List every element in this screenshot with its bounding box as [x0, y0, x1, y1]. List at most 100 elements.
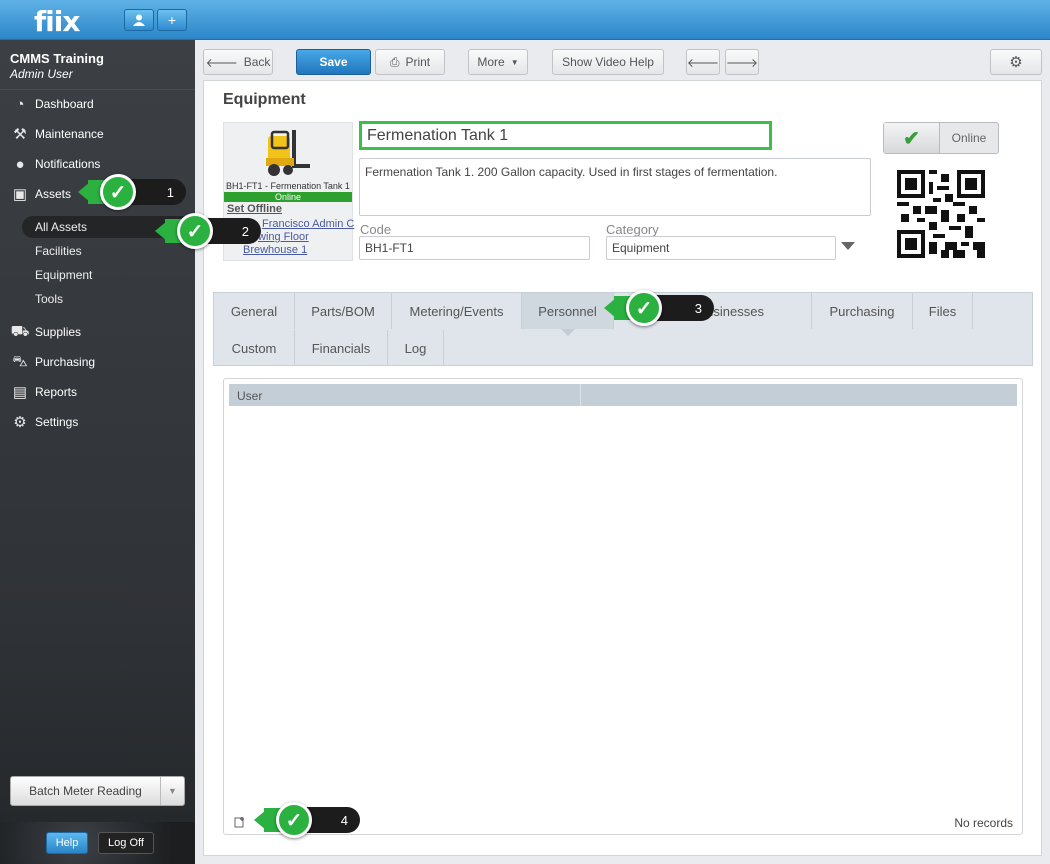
callout-arrow-tip: [78, 182, 90, 202]
column-header-user[interactable]: User: [229, 384, 581, 406]
checkmark-icon: ✓: [626, 290, 662, 326]
log-off-button[interactable]: Log Off: [98, 832, 154, 854]
callout-3: 3 ✓: [604, 290, 714, 326]
qr-code: [897, 170, 985, 258]
user-role: Admin User: [10, 67, 73, 81]
nav-label: Dashboard: [35, 97, 94, 111]
sidebar: CMMS Training Admin User ◔ Dashboard ⚒ Mai…: [0, 40, 195, 864]
tab-files[interactable]: Files: [913, 293, 973, 329]
save-button[interactable]: Save: [296, 49, 371, 75]
nav-reports[interactable]: ▤ Reports: [10, 383, 77, 401]
online-label: Online: [951, 131, 987, 145]
print-button[interactable]: ⎙ Print: [375, 49, 445, 75]
sidebar-footer: Help Log Off: [0, 822, 195, 864]
category-label: Category: [606, 222, 659, 237]
tab-parts-bom[interactable]: Parts/BOM: [295, 293, 392, 329]
gear-icon: ⚙: [13, 414, 27, 431]
nav-dashboard[interactable]: ◔ Dashboard: [10, 95, 94, 113]
nav-label: Supplies: [35, 325, 82, 339]
tab-general[interactable]: General: [214, 293, 295, 329]
checkmark-icon: ✓: [276, 802, 312, 838]
caret-down-icon: ▼: [510, 57, 519, 67]
callout-2: 2 ✓: [155, 213, 261, 249]
checkmark-icon: ✔: [884, 123, 940, 153]
online-toggle[interactable]: ✔ Online: [883, 122, 999, 154]
tab-personnel[interactable]: Personnel: [522, 293, 614, 329]
tab-custom[interactable]: Custom: [214, 330, 295, 366]
printer-icon: ⎙: [389, 54, 400, 69]
asset-caption: BH1-FT1 - Fermenation Tank 1: [226, 181, 350, 191]
forklift-icon: [266, 130, 310, 176]
box-icon: ▣: [12, 186, 28, 203]
location-link[interactable]: Francisco Admin C: [262, 218, 354, 230]
back-label: Back: [243, 55, 271, 69]
no-records-text: No records: [954, 816, 1013, 830]
nav-assets[interactable]: ▣ Assets: [10, 185, 71, 203]
org-name: CMMS Training: [10, 51, 104, 66]
page-title: Equipment: [223, 91, 306, 108]
sub-equipment[interactable]: Equipment: [35, 268, 92, 282]
tab-purchasing[interactable]: Purchasing: [812, 293, 913, 329]
toolbar: 🡐 Back Save ⎙ Print More ▼ Show Video Help …: [195, 40, 1050, 80]
location-link[interactable]: wing Floor: [258, 231, 309, 243]
back-button[interactable]: 🡐 Back: [203, 49, 273, 75]
chevron-down-icon[interactable]: [841, 242, 855, 250]
nav-label: Assets: [35, 187, 72, 201]
tab-log[interactable]: Log: [388, 330, 444, 366]
nav-notifications[interactable]: ● Notifications: [10, 155, 100, 173]
description-field[interactable]: Fermenation Tank 1. 200 Gallon capacity.…: [359, 158, 871, 216]
more-button[interactable]: More ▼: [468, 49, 528, 75]
tab-metering-events[interactable]: Metering/Events: [392, 293, 522, 329]
previous-record-button[interactable]: 🡐: [686, 49, 720, 75]
nav-label: Purchasing: [35, 355, 96, 369]
record-panel: Equipment BH1-FT1 - Fermenation Tank 1 O…: [203, 80, 1042, 856]
nav-supplies[interactable]: ⛟ Supplies: [10, 323, 81, 341]
asset-name-field[interactable]: Fermenation Tank 1: [359, 121, 772, 150]
add-button[interactable]: +: [157, 9, 187, 31]
next-record-button[interactable]: 🡒: [725, 49, 759, 75]
active-tab-pointer: [561, 329, 575, 336]
checkmark-icon: ✓: [100, 174, 136, 210]
grid-header: User: [229, 384, 1017, 406]
print-label: Print: [405, 55, 431, 69]
user-icon: [133, 14, 145, 26]
tab-financials[interactable]: Financials: [295, 330, 388, 366]
callout-4: 4 ✓: [254, 802, 360, 838]
help-button[interactable]: Help: [46, 832, 88, 854]
nav-maintenance[interactable]: ⚒ Maintenance: [10, 125, 104, 143]
chat-bubble-icon: ●: [15, 155, 25, 173]
nav-label: Reports: [35, 385, 78, 399]
nav-settings[interactable]: ⚙ Settings: [10, 413, 78, 431]
show-video-help-button[interactable]: Show Video Help: [552, 49, 664, 75]
fiix-logo[interactable]: fiix: [34, 5, 80, 38]
tools-icon: ⚒: [13, 126, 27, 143]
chart-icon: ▤: [12, 384, 28, 401]
top-bar: fiix +: [0, 0, 1050, 40]
settings-button[interactable]: ⚙: [990, 49, 1042, 75]
more-label: More: [477, 55, 505, 69]
callout-arrow-tip: [604, 298, 616, 318]
arrow-left-icon: 🡐: [205, 55, 238, 70]
callout-1: 1 ✓: [78, 174, 186, 210]
sub-tools[interactable]: Tools: [35, 292, 63, 306]
callout-arrow-tip: [254, 810, 266, 830]
sub-all-assets[interactable]: All Assets: [35, 220, 87, 234]
nav-label: Maintenance: [35, 127, 104, 141]
arrow-right-icon: 🡒: [725, 55, 759, 70]
org-info: CMMS Training Admin User: [10, 51, 104, 81]
nav-label: Notifications: [35, 157, 101, 171]
divider: [0, 89, 195, 90]
arrow-left-icon: 🡐: [686, 55, 720, 70]
sub-facilities[interactable]: Facilities: [35, 244, 82, 258]
checkmark-icon: ✓: [177, 213, 213, 249]
gear-icon: ⚙: [1009, 54, 1023, 71]
nav-purchasing[interactable]: ⛍ Purchasing: [10, 353, 95, 371]
code-label: Code: [360, 222, 392, 237]
user-button[interactable]: [124, 9, 154, 31]
nav-label: Settings: [35, 415, 79, 429]
add-record-icon[interactable]: [234, 816, 246, 828]
chevron-down-icon[interactable]: ▼: [160, 777, 184, 805]
batch-meter-reading-button[interactable]: Batch Meter Reading ▼: [10, 776, 185, 806]
category-select[interactable]: Equipment: [606, 236, 836, 260]
code-field[interactable]: BH1-FT1: [359, 236, 590, 260]
